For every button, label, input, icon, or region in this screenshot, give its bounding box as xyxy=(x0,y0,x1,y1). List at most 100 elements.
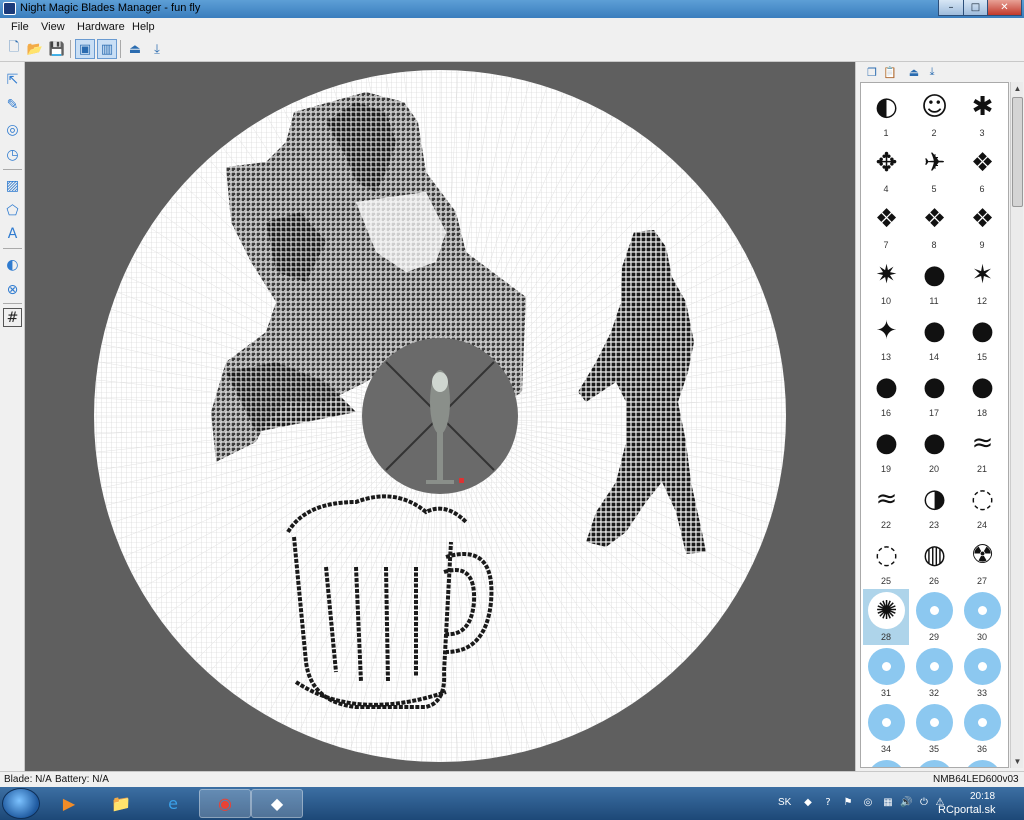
blade-thumbnail[interactable]: 30 xyxy=(959,589,1005,645)
blade-thumbnail[interactable]: 33 xyxy=(959,645,1005,701)
minimize-button[interactable]: – xyxy=(938,0,964,16)
upload-icon[interactable]: ⏏ xyxy=(125,39,145,59)
blade-thumbnail[interactable]: ✱ 3 xyxy=(959,85,1005,141)
chrome-icon[interactable]: ◉ xyxy=(199,789,251,818)
menu-file[interactable]: File xyxy=(11,21,29,33)
blade-thumbnail[interactable]: ◌ 25 xyxy=(863,533,909,589)
mirror-tool-icon[interactable]: ◐ xyxy=(3,255,22,274)
blade-thumbnail[interactable]: ✶ 12 xyxy=(959,253,1005,309)
blade-number: 10 xyxy=(880,296,891,306)
blade-thumbnail[interactable]: ❖ 8 xyxy=(911,197,957,253)
blade-thumbnail[interactable]: ● 18 xyxy=(959,365,1005,421)
menu-hardware[interactable]: Hardware xyxy=(77,21,125,33)
menu-help[interactable]: Help xyxy=(132,21,155,33)
blade-thumbnail[interactable]: ● 19 xyxy=(863,421,909,477)
clock-time[interactable]: 20:18 xyxy=(970,791,995,802)
update-icon[interactable]: ◎ xyxy=(862,797,874,809)
flag-icon[interactable]: ⚑ xyxy=(842,797,854,809)
tray-app-icon[interactable]: ◆ xyxy=(802,797,814,809)
blade-thumbnail[interactable]: ✷ 10 xyxy=(863,253,909,309)
clear-tool-icon[interactable]: ⊗ xyxy=(3,280,22,299)
blade-number: 3 xyxy=(979,128,985,138)
copy-icon[interactable]: ❐ xyxy=(864,64,880,80)
scroll-up-icon[interactable]: ▲ xyxy=(1011,82,1024,95)
blade-number: 31 xyxy=(880,688,891,698)
blade-thumbnail[interactable]: ● 16 xyxy=(863,365,909,421)
blade-thumbnail[interactable]: 34 xyxy=(863,701,909,757)
select-tool-icon[interactable]: ⇱ xyxy=(3,70,22,89)
menu-view[interactable]: View xyxy=(41,21,65,33)
pencil-tool-icon[interactable]: ✎ xyxy=(3,95,22,114)
blade-thumbnail[interactable] xyxy=(911,757,957,767)
start-button[interactable] xyxy=(2,788,40,819)
blade-thumbnail[interactable]: ● 17 xyxy=(911,365,957,421)
blade-thumbnail[interactable]: ◌ 24 xyxy=(959,477,1005,533)
scroll-thumb[interactable] xyxy=(1012,97,1023,207)
blade-thumbnail[interactable]: ● 20 xyxy=(911,421,957,477)
clock-tool-icon[interactable]: ◷ xyxy=(3,145,22,164)
blade-thumbnail[interactable]: ✥ 4 xyxy=(863,141,909,197)
blade-image-icon: ● xyxy=(868,368,905,405)
volume-icon[interactable]: 🔊 xyxy=(900,797,912,809)
media-player-icon[interactable]: ▶ xyxy=(43,789,95,818)
gallery-scrollbar[interactable]: ▲ ▼ xyxy=(1010,82,1023,768)
scroll-down-icon[interactable]: ▼ xyxy=(1011,755,1024,768)
blade-thumbnail[interactable]: ≈21 xyxy=(959,421,1005,477)
maximize-button[interactable]: □ xyxy=(963,0,988,16)
watermark: RCportal.sk xyxy=(938,804,996,816)
blade-thumbnail[interactable]: ◐ 1 xyxy=(863,85,909,141)
blade-thumbnail[interactable]: 31 xyxy=(863,645,909,701)
blade-gallery-panel: ❐ 📋 ⏏ ⤓ ◐ 1 ☺ 2 ✱ 3 ✥ 4 ✈ 5 ❖ 6 ❖ 7 ❖ 8 ❖ 9 ✷ 10 ● 11 ✶ 12 ✦ 13 ● 14 ● 1… xyxy=(855,62,1024,771)
explorer-icon[interactable]: 📁 xyxy=(95,789,147,818)
download-blade-icon[interactable]: ⤓ xyxy=(924,64,940,80)
blade-disc[interactable] xyxy=(26,62,854,771)
blade-thumbnail[interactable]: 35 xyxy=(911,701,957,757)
language-indicator[interactable]: SK xyxy=(778,797,791,808)
dual-view-icon[interactable]: ▥ xyxy=(97,39,117,59)
paste-icon[interactable]: 📋 xyxy=(882,64,898,80)
blade-thumbnail[interactable] xyxy=(959,757,1005,767)
new-file-icon[interactable]: 🗋 xyxy=(4,39,24,59)
open-folder-icon[interactable]: 📂 xyxy=(25,39,45,59)
blade-number: 1 xyxy=(883,128,889,138)
blade-thumbnail[interactable]: ☺ 2 xyxy=(911,85,957,141)
internet-explorer-icon[interactable]: e xyxy=(147,789,199,818)
blade-thumbnail[interactable]: ◍ 26 xyxy=(911,533,957,589)
blade-thumbnail[interactable]: ✦ 13 xyxy=(863,309,909,365)
blade-image-icon: ❖ xyxy=(964,144,1001,181)
blade-thumbnail[interactable]: ≈22 xyxy=(863,477,909,533)
blade-thumbnail[interactable]: ● 14 xyxy=(911,309,957,365)
blade-thumbnail[interactable]: ❖ 6 xyxy=(959,141,1005,197)
blade-canvas[interactable] xyxy=(26,62,854,771)
circle-tool-icon[interactable]: ◎ xyxy=(3,120,22,139)
blade-thumbnail[interactable]: ● 15 xyxy=(959,309,1005,365)
save-icon[interactable]: 💾 xyxy=(47,39,67,59)
image-tool-icon[interactable]: ▨ xyxy=(3,176,22,195)
blade-thumbnail[interactable]: 36 xyxy=(959,701,1005,757)
text-tool-icon[interactable]: A xyxy=(3,224,22,243)
usb-icon[interactable]: ⏻ xyxy=(918,797,930,809)
tray-help-icon[interactable]: ? xyxy=(822,797,834,809)
single-view-icon[interactable]: ▣ xyxy=(75,39,95,59)
blade-thumbnail[interactable]: ❖ 9 xyxy=(959,197,1005,253)
blade-number: 25 xyxy=(880,576,891,586)
grid-tool-icon[interactable]: # xyxy=(3,308,22,327)
tool-panel: ⇱ ✎ ◎ ◷ ▨ ⬠ A ◐ ⊗ # xyxy=(0,62,25,771)
download-icon[interactable]: ⤓ xyxy=(147,39,167,59)
blade-thumbnail[interactable]: ✺ 28 xyxy=(863,589,909,645)
network-icon[interactable]: ▦ xyxy=(882,797,894,809)
blade-thumbnail[interactable]: 32 xyxy=(911,645,957,701)
blade-thumbnail[interactable]: ✈ 5 xyxy=(911,141,957,197)
blade-thumbnail[interactable]: ❖ 7 xyxy=(863,197,909,253)
blade-thumbnail[interactable] xyxy=(863,757,909,767)
shapes-tool-icon[interactable]: ⬠ xyxy=(3,201,22,220)
blade-thumbnail[interactable]: 29 xyxy=(911,589,957,645)
upload-blade-icon[interactable]: ⏏ xyxy=(906,64,922,80)
blade-thumbnail[interactable]: ● 11 xyxy=(911,253,957,309)
blade-thumbnail[interactable]: ☢ 27 xyxy=(959,533,1005,589)
close-button[interactable]: ✕ xyxy=(987,0,1022,16)
blades-manager-icon[interactable]: ◆ xyxy=(251,789,303,818)
blade-thumbnail[interactable]: ◑ 23 xyxy=(911,477,957,533)
blade-number: 15 xyxy=(976,352,987,362)
empty-blade-icon xyxy=(868,648,905,685)
